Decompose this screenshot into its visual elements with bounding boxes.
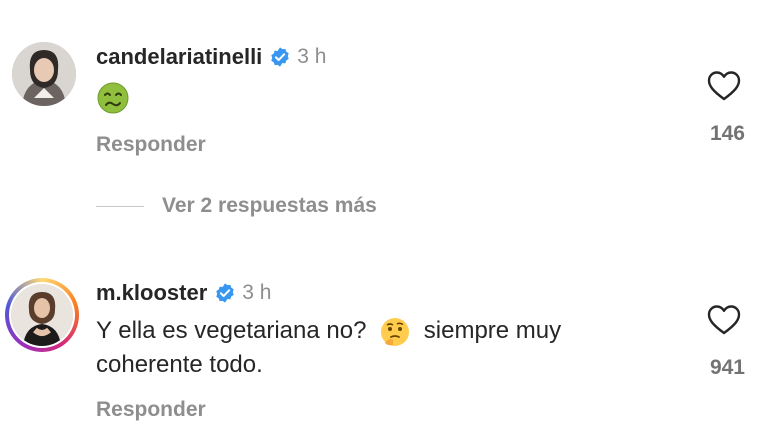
timestamp: 3 h bbox=[242, 281, 272, 304]
nauseated-face-icon bbox=[97, 82, 129, 114]
thinking-face-icon bbox=[381, 317, 410, 346]
timestamp: 3 h bbox=[297, 45, 327, 68]
like-count: 146 bbox=[709, 122, 745, 145]
comment-2: m.klooster 3 h Y ella es vegetariana no?… bbox=[0, 270, 767, 430]
reply-button[interactable]: Responder bbox=[96, 133, 206, 157]
view-more-replies-label: Ver 2 respuestas más bbox=[162, 194, 377, 217]
username[interactable]: m.klooster bbox=[96, 280, 207, 306]
comment-header: candelariatinelli 3 h bbox=[96, 44, 327, 70]
story-ring[interactable] bbox=[5, 278, 79, 352]
username[interactable]: candelariatinelli bbox=[96, 44, 262, 70]
view-more-replies-button[interactable]: Ver 2 respuestas más bbox=[96, 194, 377, 218]
comment-text-part1: Y ella es vegetariana no? bbox=[96, 317, 367, 344]
like-count: 941 bbox=[709, 356, 745, 379]
comment-text: Y ella es vegetariana no? siempre muy co… bbox=[96, 314, 656, 382]
divider-line bbox=[96, 205, 144, 207]
comment-1: candelariatinelli 3 h Responder 146 bbox=[0, 0, 767, 190]
heart-icon[interactable] bbox=[707, 304, 741, 336]
verified-badge-icon bbox=[271, 47, 290, 67]
comment-text bbox=[96, 80, 656, 115]
avatar bbox=[11, 284, 73, 346]
heart-icon[interactable] bbox=[707, 70, 741, 102]
reply-button[interactable]: Responder bbox=[96, 398, 206, 422]
avatar[interactable] bbox=[12, 42, 76, 106]
verified-badge-icon bbox=[216, 283, 234, 303]
comment-header: m.klooster 3 h bbox=[96, 280, 271, 306]
